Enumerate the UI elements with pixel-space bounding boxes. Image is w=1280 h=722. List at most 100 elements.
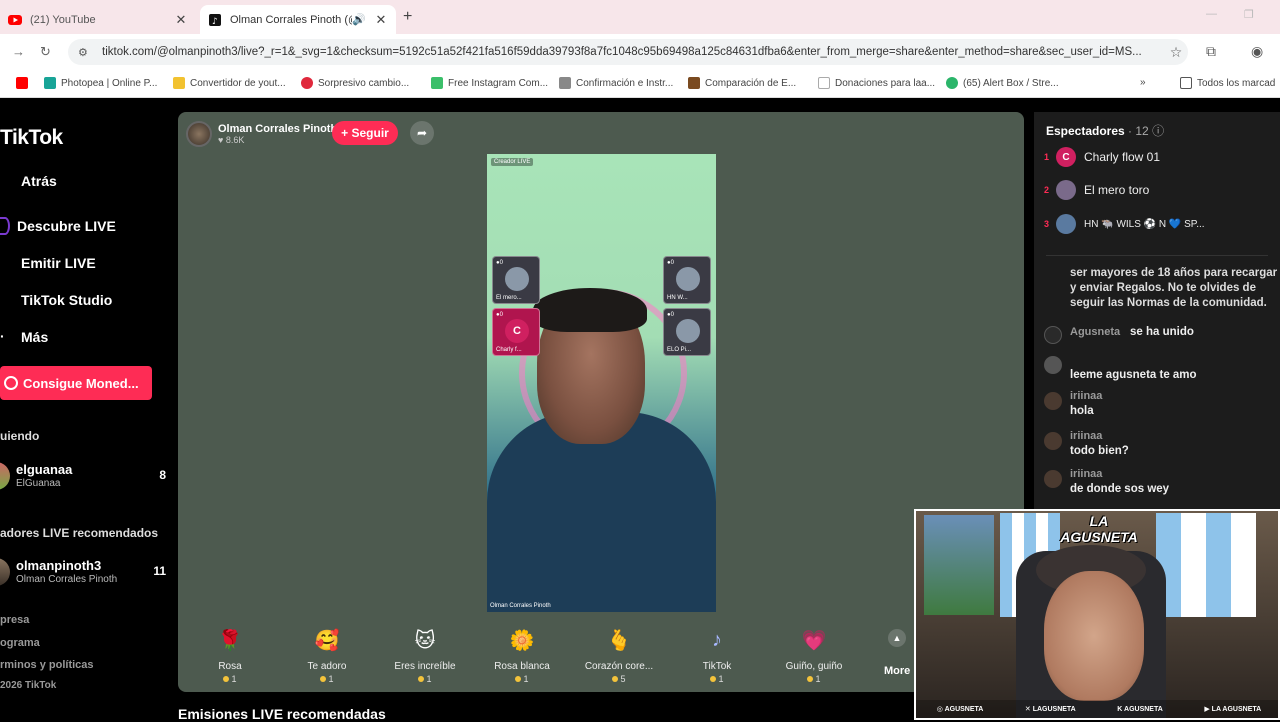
streamer-face [1044,571,1144,701]
footer-link[interactable]: rminos y políticas [0,659,94,671]
recommended-account[interactable]: olmanpinoth3 Olman Corrales Pinoth 11 [0,554,166,588]
host-avatar[interactable] [186,121,212,147]
browser-tab-bar: (21) YouTube ✕ ♪ Olman Corrales Pinoth (… [0,0,1280,34]
viewer-name: El mero toro [1084,183,1150,197]
guest-tile[interactable]: ●0 HN W... [663,256,711,304]
avatar [1056,214,1076,234]
browser-toolbar: → ↻ ⚙ tiktok.com/@olmanpinoth3/live?_r=1… [0,34,1280,70]
white-rose-icon: 🌼 [509,629,535,652]
bookmark-item[interactable]: Sorpresivo cambio... [301,77,409,89]
gift-rosa-blanca[interactable]: 🌼 Rosa blanca 1 [477,625,567,689]
tiktok-logo[interactable]: TikTok [0,126,63,150]
guest-avatar [676,319,700,343]
avatar [0,558,10,586]
camera-icon [0,254,14,272]
avatar: C [1056,147,1076,167]
viewer-name: HN 🐃 WILS ⚽ N 💙 SP... [1084,218,1205,230]
avatar [1044,356,1062,374]
bookmark-youtube-icon[interactable] [16,77,33,89]
tab-tiktok[interactable]: ♪ Olman Corrales Pinoth (@o 🔊 ✕ [200,5,396,34]
url-text: tiktok.com/@olmanpinoth3/live?_r=1&_svg=… [102,46,1142,58]
nav-back[interactable]: Atrás [0,172,57,190]
more-gifts-button[interactable]: More [884,665,910,677]
nav-tiktok-studio[interactable]: TikTok Studio [0,291,112,309]
bookmarks-bar: Photopea | Online P... Convertidor de yo… [0,70,1280,98]
guest-tile[interactable]: ●0 ELO Pi... [663,308,711,356]
tab-title: Olman Corrales Pinoth (@o [230,13,353,26]
share-icon[interactable]: ➦ [410,121,434,145]
viewer-name: Charly flow 01 [1084,150,1161,164]
bookmark-item[interactable]: Confirmación e Instr... [559,77,673,89]
streamer-webcam: LA AGUSNETA ◎ AGUSNETA ✕ LAGUSNETA K AGU… [914,509,1280,720]
top-viewer[interactable]: 3 HN 🐃 WILS ⚽ N 💙 SP... [1044,211,1280,237]
restore-icon[interactable]: ❐ [1244,8,1254,21]
extensions-icon[interactable]: ⧉ [1206,43,1216,60]
folder-icon [173,77,185,89]
account-username: elguanaa [16,462,73,477]
gift-rose[interactable]: 🌹 Rosa 1 [185,625,275,689]
bookmark-item[interactable]: Convertidor de yout... [173,77,286,89]
news-icon [301,77,313,89]
get-coins-button[interactable]: Consigue Moned... [0,366,152,400]
chevron-up-icon[interactable]: ▲ [888,629,906,647]
guest-tile[interactable]: ●0 El mero... [492,256,540,304]
bookmark-item[interactable]: Comparación de E... [688,77,796,89]
forward-icon[interactable]: → [12,44,25,59]
guest-name: El mero... [496,295,522,301]
footer-link[interactable]: ograma [0,637,40,649]
more-bookmarks-icon[interactable]: » [1140,77,1146,88]
link-icon [559,77,571,89]
avatar [1044,392,1062,410]
tiktok-icon: ♪ [712,628,722,651]
minimize-icon[interactable]: — [1206,8,1217,20]
back-icon [0,172,14,190]
reload-icon[interactable]: ↻ [40,44,51,60]
host-info[interactable]: Olman Corrales Pinoth ♥ 8.6K [186,120,337,148]
gift-tiktok[interactable]: ♪ TikTok 1 [672,625,762,689]
speaker-icon[interactable]: 🔊 [352,13,366,26]
guest-avatar [676,267,700,291]
guest-avatar [505,267,529,291]
site-info-icon[interactable]: ⚙ [78,46,92,59]
gift-te-adoro[interactable]: 🥰 Te adoro 1 [282,625,372,689]
live-video[interactable]: Creador LIVE ●0 El mero... ●0 HN W... ●0… [487,154,716,612]
bookmark-item[interactable]: Donaciones para laa... [818,77,935,89]
account-display-name: ElGuanaa [16,478,61,489]
following-title: uiendo [0,429,40,443]
gift-corazon[interactable]: 🫰 Corazón core... 5 [574,625,664,689]
bookmark-item[interactable]: Todos los marcad [1180,77,1275,89]
following-account[interactable]: elguanaa ElGuanaa 8 [0,458,166,492]
recommended-title: adores LIVE recomendados [0,526,159,540]
tiktok-icon: ♪ [208,13,222,27]
copyright: 2026 TikTok [0,680,57,691]
top-viewer[interactable]: 1 C Charly flow 01 [1044,144,1280,170]
nav-go-live[interactable]: Emitir LIVE [0,254,96,272]
more-dots-icon: · [0,328,5,344]
bookmark-item[interactable]: Photopea | Online P... [44,77,157,89]
bookmark-item[interactable]: Free Instagram Com... [431,77,548,89]
guest-tile[interactable]: ●0 C Charly f... [492,308,540,356]
top-viewer[interactable]: 2 El mero toro [1044,177,1280,203]
avatar [1044,470,1062,488]
close-tab-icon[interactable]: ✕ [374,12,388,28]
info-icon[interactable]: ⓘ [1152,124,1164,138]
host-hair [533,288,647,332]
footer-link[interactable]: presa [0,614,29,626]
profile-icon[interactable]: ◉ [1251,43,1263,60]
address-bar[interactable]: ⚙ tiktok.com/@olmanpinoth3/live?_r=1&_sv… [68,39,1188,65]
nav-discover-live[interactable]: Descubre LIVE [0,217,116,235]
bookmark-star-icon[interactable]: ☆ [1164,44,1188,61]
gift-guino[interactable]: 💗 Guiño, guiño 1 [769,625,859,689]
gift-eres-increible[interactable]: 🐱 Eres increíble 1 [380,625,470,689]
rose-icon: 🌹 [217,629,243,652]
bookmark-item[interactable]: (65) Alert Box / Stre... [946,77,1059,89]
close-tab-icon[interactable]: ✕ [174,12,188,28]
tab-youtube[interactable]: (21) YouTube ✕ [0,5,196,34]
studio-icon [0,291,14,309]
youtube-icon [8,13,22,27]
follow-button[interactable]: + Seguir [332,121,398,145]
viewers-header[interactable]: Espectadores · 12 ⓘ [1046,122,1164,139]
kick-handle: K AGUSNETA [1117,705,1163,713]
nav-more[interactable]: · Más [0,328,48,346]
new-tab-button[interactable]: + [403,8,412,26]
